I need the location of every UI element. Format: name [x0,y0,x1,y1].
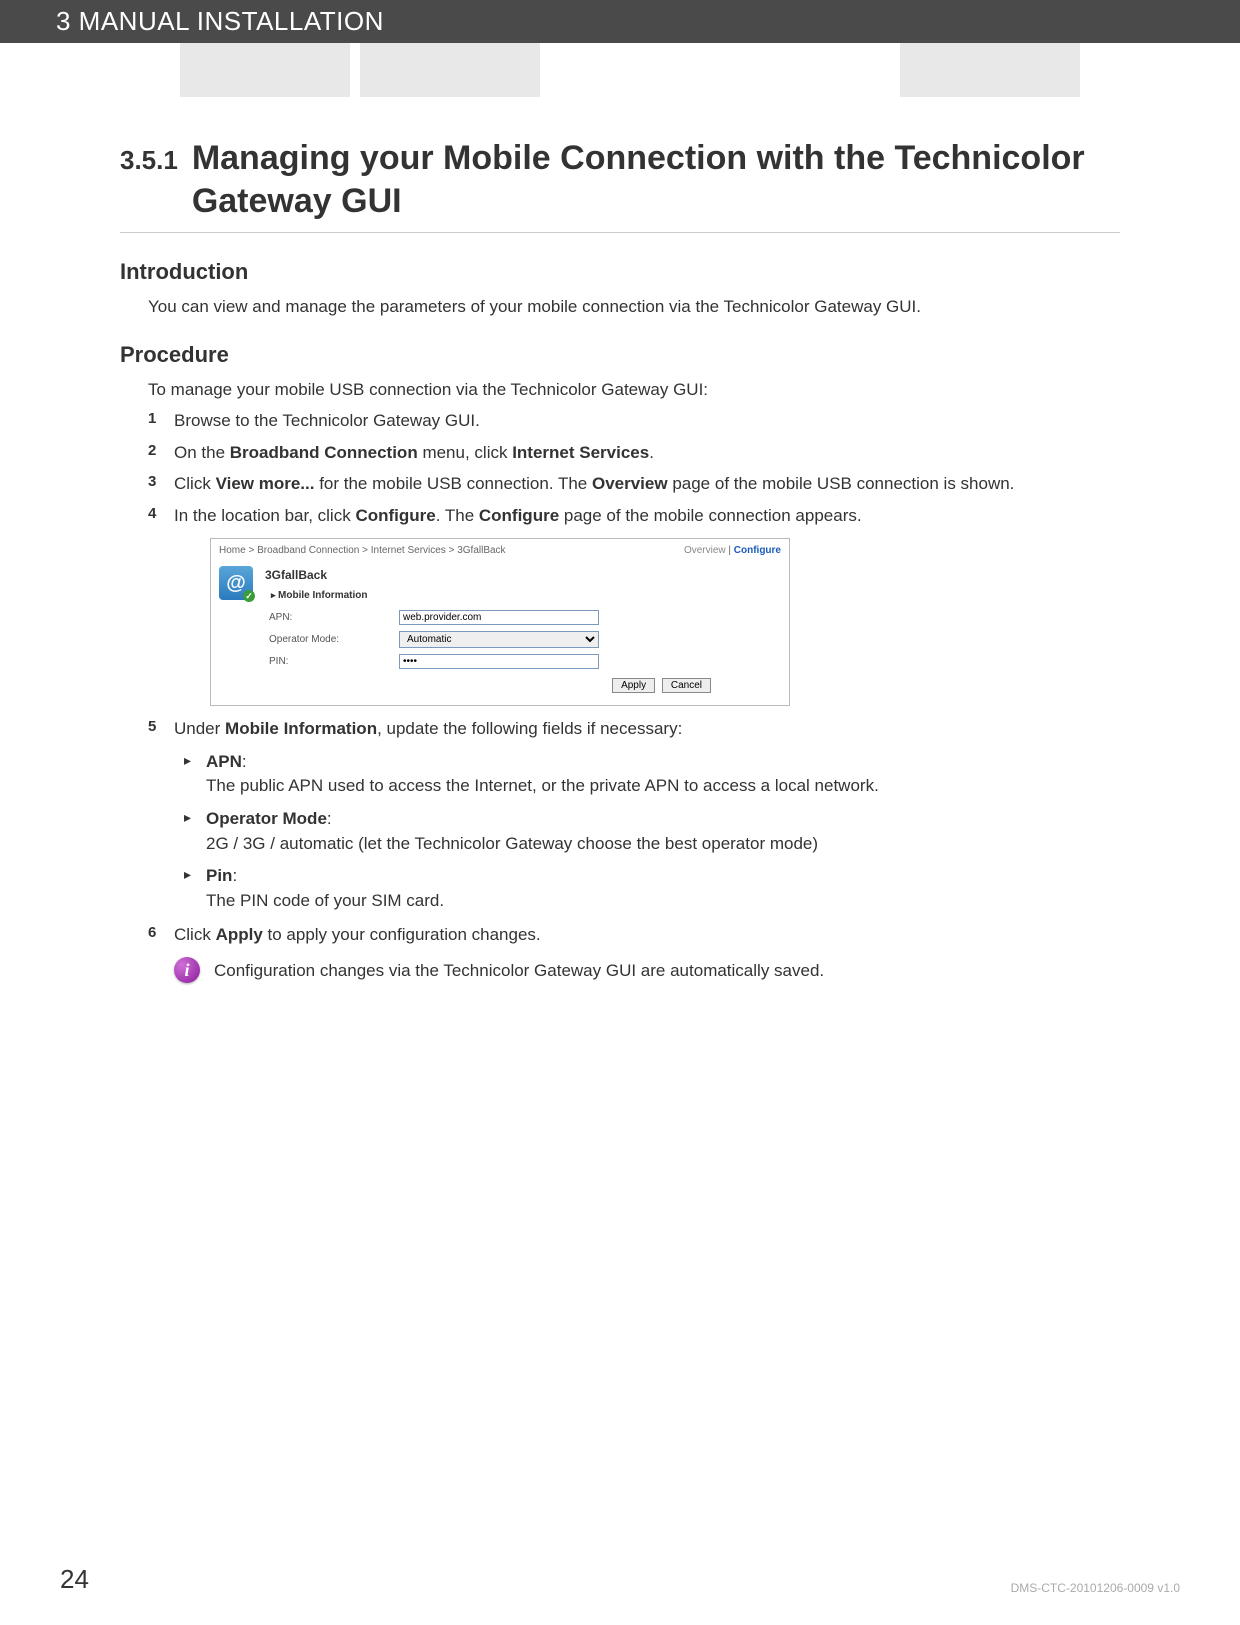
chapter-title: 3 MANUAL INSTALLATION [56,6,384,36]
intro-heading: Introduction [120,259,1120,285]
input-pin[interactable] [399,654,599,669]
apply-button[interactable]: Apply [612,678,655,693]
step-1: Browse to the Technicolor Gateway GUI. [148,408,1120,434]
section-title: Managing your Mobile Connection with the… [192,137,1120,222]
gui-tabs: Overview | Configure [684,543,781,558]
field-apn: APN: The public APN used to access the I… [184,750,1120,799]
page-content: 3.5.1 Managing your Mobile Connection wi… [0,97,1240,986]
info-icon: i [174,957,200,983]
label-pin: PIN: [265,651,395,672]
decor-tab [900,43,1080,97]
gui-breadcrumb: Home > Broadband Connection > Internet S… [219,543,506,558]
step-6: Click Apply to apply your configuration … [148,922,1120,948]
tab-strip-decor [0,43,1240,97]
procedure-lead: To manage your mobile USB connection via… [148,378,1120,403]
gui-section-label: Mobile Information [271,588,781,603]
select-operator-mode[interactable]: Automatic [399,631,599,648]
page-footer: 24 DMS-CTC-20101206-0009 v1.0 [0,1564,1240,1595]
label-apn: APN: [265,607,395,628]
label-operator-mode: Operator Mode: [265,628,395,651]
gui-form: 3GfallBack Mobile Information APN: Opera… [265,566,781,693]
section-heading: 3.5.1 Managing your Mobile Connection wi… [120,137,1120,222]
at-sign-icon: @ [219,566,253,600]
doc-id: DMS-CTC-20101206-0009 v1.0 [1011,1581,1180,1595]
heading-rule [120,232,1120,233]
info-note-text: Configuration changes via the Technicolo… [214,959,824,984]
field-pin: Pin: The PIN code of your SIM card. [184,864,1120,913]
section-number: 3.5.1 [120,137,192,222]
page-number: 24 [60,1564,89,1595]
gui-screenshot: Home > Broadband Connection > Internet S… [210,538,790,706]
procedure-heading: Procedure [120,342,1120,368]
info-note: i Configuration changes via the Technico… [174,957,1120,986]
field-list: APN: The public APN used to access the I… [184,750,1120,914]
decor-tab [360,43,540,97]
field-operator-mode: Operator Mode: 2G / 3G / automatic (let … [184,807,1120,856]
gui-tab-overview[interactable]: Overview [684,545,726,556]
intro-text: You can view and manage the parameters o… [148,295,1120,320]
step-3: Click View more... for the mobile USB co… [148,471,1120,497]
gui-title: 3GfallBack [265,566,781,584]
procedure-steps: Browse to the Technicolor Gateway GUI. O… [148,408,1120,947]
decor-tab [180,43,350,97]
gui-tab-configure[interactable]: Configure [734,545,781,556]
cancel-button[interactable]: Cancel [662,678,711,693]
input-apn[interactable] [399,610,599,625]
step-5: Under Mobile Information, update the fol… [148,716,1120,913]
step-2: On the Broadband Connection menu, click … [148,440,1120,466]
gui-breadcrumb-bar: Home > Broadband Connection > Internet S… [211,539,789,562]
chapter-header: 3 MANUAL INSTALLATION [0,0,1240,43]
step-4: In the location bar, click Configure. Th… [148,503,1120,707]
